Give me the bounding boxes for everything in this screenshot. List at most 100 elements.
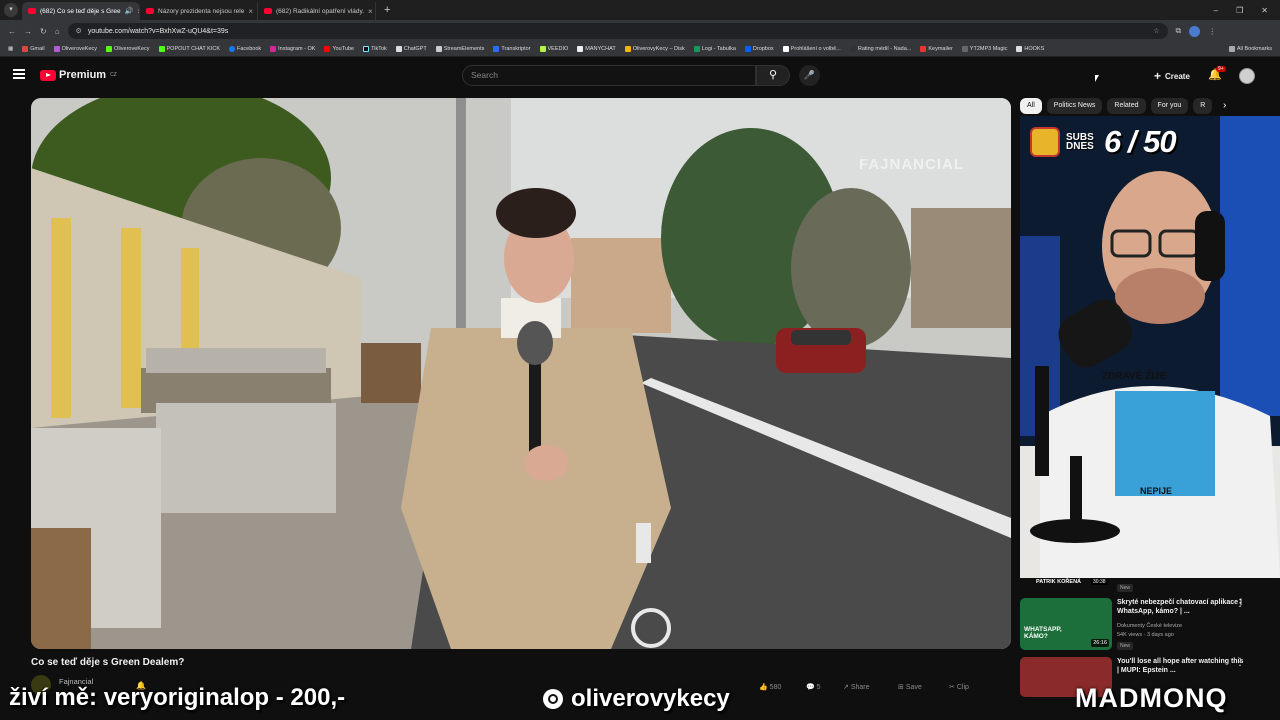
search-input[interactable]: Search — [462, 65, 756, 86]
maximize-icon[interactable]: ❐ — [1236, 6, 1243, 15]
subs-goal-widget: SUBS DNES 6 / 50 — [1030, 124, 1177, 160]
social-handle: oliverovykecy — [543, 685, 730, 713]
kick-icon — [158, 46, 165, 52]
webcam-frame — [1020, 116, 1280, 578]
subs-count: 6 / 50 — [1104, 124, 1177, 159]
audio-icon[interactable]: 🔊 — [125, 7, 134, 15]
youtube-favicon-icon — [264, 8, 272, 14]
create-button[interactable]: + Create — [1148, 67, 1196, 85]
minimize-icon[interactable]: – — [1214, 6, 1218, 15]
rec-title[interactable]: Skryté nebezpečí chatovací aplikace | Wh… — [1117, 598, 1247, 616]
chatgpt-icon — [395, 46, 402, 52]
kick-icon — [106, 46, 113, 52]
hooks-icon — [1016, 46, 1023, 52]
rec-thumbnail[interactable]: WHATSAPP, KÁMO? 26:16 — [1020, 598, 1112, 650]
video-player[interactable]: FAJNANCIAL — [31, 98, 1011, 649]
bookmark[interactable]: TikTok — [363, 46, 387, 52]
close-window-icon[interactable]: ✕ — [1261, 6, 1268, 15]
bookmark[interactable]: Rating médií - Nada... — [849, 46, 911, 52]
bookmark[interactable]: Keymailer — [920, 46, 953, 52]
bookmark[interactable]: OliverovyKecy – Disk — [624, 46, 685, 52]
tab-search-button[interactable]: ▾ — [4, 3, 18, 17]
folder-icon — [1228, 46, 1235, 52]
apps-icon[interactable]: ▦ — [8, 46, 13, 52]
channel-watermark: FAJNANCIAL — [859, 156, 965, 173]
browser-tab-bar: ▾ (682) Co se teď děje s Gree 🔊 × Názory… — [0, 0, 1280, 20]
browser-tab-1[interactable]: (682) Co se teď děje s Gree 🔊 × — [22, 2, 140, 20]
account-avatar[interactable] — [1239, 68, 1255, 84]
new-tab-button[interactable]: + — [384, 4, 390, 16]
sponsor-logo: MADMONQ — [1075, 683, 1228, 713]
close-tab-icon[interactable]: × — [248, 7, 253, 16]
rec-title[interactable]: You'll lose all hope after watching this… — [1117, 657, 1247, 675]
bookmark[interactable]: Instagram - OK — [270, 46, 315, 52]
browser-menu-icon[interactable]: ⋮ — [1208, 27, 1216, 36]
star-icon[interactable]: ☆ — [1153, 27, 1159, 35]
bookmark[interactable]: StreamElements — [435, 46, 484, 52]
site-info-icon[interactable]: ⚙ — [76, 27, 82, 35]
extensions-icon[interactable]: ⧉ — [1176, 26, 1182, 36]
document-icon — [782, 46, 789, 52]
chip-politics-news[interactable]: Politics News — [1046, 98, 1103, 114]
shirt-text-bottom: NEPIJE — [1140, 486, 1173, 496]
more-options-icon[interactable]: ⋮ — [1235, 657, 1245, 668]
tiktok-icon — [363, 46, 370, 52]
bookmark[interactable]: Prohlášení o volbě... — [782, 46, 841, 52]
google-drive-icon — [624, 46, 631, 52]
rec-duration: 26:16 — [1091, 639, 1109, 647]
recommendation-item[interactable]: PATRIK KOŘENÁ 30:38 New — [1020, 578, 1260, 596]
home-icon[interactable]: ⌂ — [55, 27, 60, 36]
chevron-right-icon[interactable]: › — [1223, 100, 1226, 111]
bookmarks-bar: ▦ Gmail OliveroveKecy OliveroveKecy POPO… — [0, 42, 1280, 57]
chip-related[interactable]: Related — [1107, 98, 1146, 114]
supporter-text: živí mě: veryoriginalop - 200,- — [9, 684, 346, 711]
youtube-play-icon — [40, 69, 56, 81]
tab-title: Názory prezidenta nejsou rele — [158, 7, 245, 15]
bookmark[interactable]: Dropbox — [744, 46, 774, 52]
yt2mp3-icon — [961, 46, 968, 52]
keymailer-icon — [920, 46, 927, 52]
url-text: youtube.com/watch?v=BxhXwZ-uQU4&t=39s — [87, 27, 229, 35]
address-bar[interactable]: ⚙ youtube.com/watch?v=BxhXwZ-uQU4&t=39s … — [67, 23, 1168, 39]
bookmark[interactable]: OliveroveKecy — [106, 46, 150, 52]
bookmark[interactable]: OliveroveKecy — [53, 46, 97, 52]
chip-for-you[interactable]: For you — [1150, 98, 1189, 114]
bookmark[interactable]: HOOKS — [1016, 46, 1044, 52]
bookmark[interactable]: YT2MP3 Magic — [961, 46, 1007, 52]
subs-label: SUBS DNES — [1066, 132, 1094, 152]
youtube-premium-logo[interactable]: Premium CZ — [40, 69, 117, 81]
dropbox-icon — [744, 46, 751, 52]
recommendation-item[interactable]: WHATSAPP, KÁMO? 26:16 Skryté nebezpečí c… — [1020, 598, 1260, 654]
bookmark[interactable]: Facebook — [229, 46, 261, 52]
browser-tab-3[interactable]: (682) Radikální opatření vlády. × — [258, 2, 376, 20]
bookmark[interactable]: POPOUT CHAT KICK — [158, 46, 220, 52]
microphone-icon: 🎤 — [803, 70, 816, 80]
rec-channel[interactable]: Dokumenty České televize — [1117, 623, 1182, 629]
chip-partial[interactable]: R — [1193, 98, 1213, 114]
stream-overlay-bar: živí mě: veryoriginalop - 200,- oliverov… — [0, 682, 1280, 720]
chip-all[interactable]: All — [1020, 98, 1042, 114]
browser-toolbar: ← → ↻ ⌂ ⚙ youtube.com/watch?v=BxhXwZ-uQU… — [0, 20, 1280, 42]
youtube-icon — [324, 46, 331, 52]
browser-tab-2[interactable]: Názory prezidenta nejsou rele × — [140, 2, 258, 20]
hamburger-menu-icon[interactable] — [13, 69, 25, 79]
voice-search-button[interactable]: 🎤 — [799, 65, 820, 86]
search-button[interactable]: ⚲ — [756, 65, 790, 86]
profile-icon[interactable] — [1189, 25, 1201, 37]
all-bookmarks[interactable]: All Bookmarks — [1228, 46, 1272, 52]
close-tab-icon[interactable]: × — [368, 7, 373, 16]
bookmark[interactable]: YouTube — [324, 46, 354, 52]
back-icon[interactable]: ← — [8, 27, 16, 36]
bookmark[interactable]: Logi - Tabulka — [693, 46, 736, 52]
bookmark[interactable]: Transkriptor — [493, 46, 531, 52]
bookmark[interactable]: MANYCHAT — [577, 46, 616, 52]
reload-icon[interactable]: ↻ — [40, 27, 47, 36]
bookmark[interactable]: ChatGPT — [395, 46, 427, 52]
tab-title: (682) Radikální opatření vlády. — [276, 7, 365, 15]
bookmark[interactable]: VEEDIO — [539, 46, 568, 52]
forward-icon[interactable]: → — [24, 27, 32, 36]
new-badge: New — [1117, 584, 1134, 592]
bookmark[interactable]: Gmail — [22, 46, 45, 52]
more-options-icon[interactable]: ⋮ — [1235, 598, 1245, 609]
create-label: Create — [1165, 71, 1190, 81]
